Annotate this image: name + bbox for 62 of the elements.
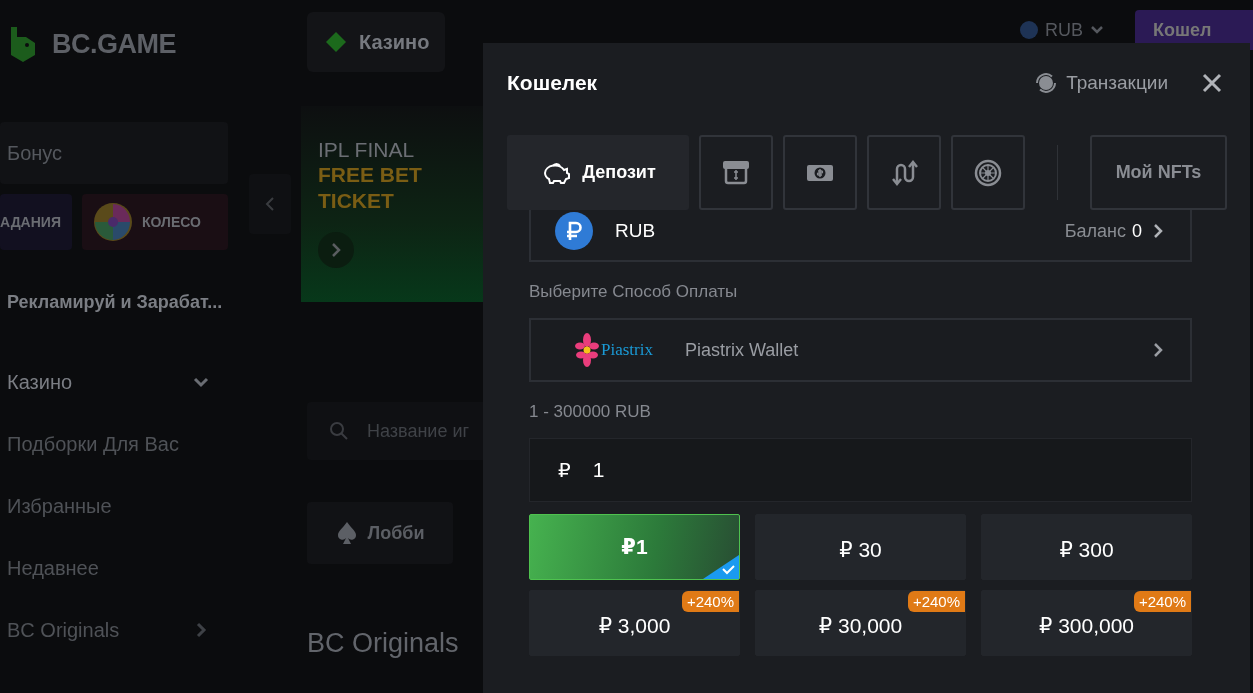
sidebar-item[interactable]: Казино	[0, 351, 250, 413]
wheel-icon	[92, 201, 134, 243]
amount-preset[interactable]: ₽ 30	[755, 514, 966, 580]
currency-selector[interactable]: RUB	[1019, 19, 1105, 41]
chevron-left-icon	[264, 196, 276, 212]
banner-title: IPL FINAL	[318, 138, 415, 162]
transactions-link[interactable]: Транзакции	[1028, 70, 1174, 96]
amount-preset[interactable]: ₽1	[529, 514, 740, 580]
amount-value: 1	[592, 458, 605, 482]
check-corner-icon	[703, 555, 739, 579]
next-button[interactable]	[318, 232, 354, 268]
spade-icon	[335, 520, 358, 546]
wallet-tab[interactable]	[951, 135, 1025, 210]
wallet-tab[interactable]: Мой NFTs	[1090, 135, 1227, 210]
banner-highlight: TICKET	[318, 188, 394, 214]
section-title: BC Originals	[307, 628, 460, 659]
amount-preset[interactable]: ₽ 30,000 +240%	[755, 590, 966, 656]
tile-label: КОЛЕСО	[142, 214, 201, 230]
chevron-right-icon	[330, 242, 342, 258]
promo-tile[interactable]: КОЛЕСО	[82, 194, 228, 250]
logo-text: BC.GAME	[52, 28, 176, 60]
payment-method-select[interactable]: Piastrix Piastrix Wallet	[529, 318, 1192, 382]
search-icon	[329, 421, 349, 441]
sidebar-item[interactable]: Подборки Для Вас	[0, 413, 250, 475]
bonus-badge: +240%	[907, 591, 965, 612]
wallet-tab[interactable]	[699, 135, 773, 210]
sidebar-item-label: Недавнее	[7, 556, 99, 580]
balance-label: Баланс	[1064, 220, 1126, 242]
payment-method-name: Piastrix Wallet	[684, 339, 800, 361]
flower-icon	[575, 332, 599, 368]
sidebar-item-label: BC Originals	[7, 618, 120, 642]
wallet-tab[interactable]	[783, 135, 857, 210]
bonus-badge: +240%	[1133, 591, 1191, 612]
bonus-field[interactable]: Бонус	[0, 122, 228, 184]
tile-label: АДАНИЯ	[0, 214, 61, 230]
close-icon	[1202, 73, 1222, 93]
sidebar-item-label: Казино	[7, 370, 73, 394]
payment-logo-text: Piastrix	[601, 340, 653, 360]
sidebar-item-label: Избранные	[7, 494, 112, 518]
amount-preset[interactable]: ₽ 300	[981, 514, 1192, 580]
wallet-tab[interactable]: Депозит	[507, 135, 689, 210]
coin-cycle-icon	[1034, 71, 1059, 95]
sidebar-item-label: Подборки Для Вас	[7, 432, 179, 456]
sidebar-item[interactable]: Избранные	[0, 475, 250, 537]
currency-symbol: ₽	[558, 458, 571, 482]
amount-preset[interactable]: ₽ 300,000 +240%	[981, 590, 1192, 656]
sidebar-item[interactable]: Недавнее	[0, 537, 250, 599]
nav-tab[interactable]: Казино	[307, 12, 446, 72]
banner-highlight: FREE BET	[318, 162, 422, 188]
close-button[interactable]	[1202, 73, 1222, 93]
bonus-badge: +240%	[681, 591, 739, 612]
amount-field[interactable]: ₽ 1	[529, 438, 1192, 502]
sidebar-item[interactable]: BC Originals	[0, 599, 250, 661]
wallet-tab[interactable]	[867, 135, 941, 210]
promo-tile[interactable]: АДАНИЯ	[0, 194, 72, 250]
amount-preset[interactable]: ₽ 3,000 +240%	[529, 590, 740, 656]
currency-code: RUB	[615, 220, 656, 242]
lobby-tab[interactable]: Лобби	[307, 502, 453, 564]
logo-icon	[8, 25, 38, 63]
balance-value: 0	[1132, 220, 1142, 242]
dialog-title: Кошелек	[507, 71, 598, 95]
promo-link[interactable]: Рекламируй и Зарабат...	[0, 292, 250, 313]
